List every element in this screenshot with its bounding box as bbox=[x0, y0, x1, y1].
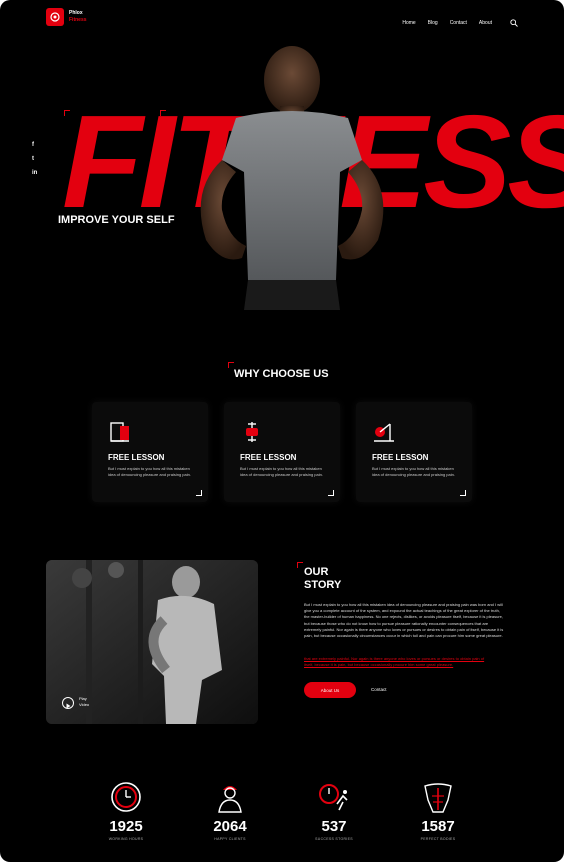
card-text: But I must explain to you how all this m… bbox=[240, 466, 323, 477]
brand-name: Phlox bbox=[69, 10, 83, 16]
feature-card[interactable]: FREE LESSON But I must explain to you ho… bbox=[92, 402, 208, 502]
stat-working-hours: 1925 WORKING HOURS bbox=[91, 780, 161, 841]
social-links: f t in bbox=[32, 142, 37, 176]
about-us-button[interactable]: About Us bbox=[304, 682, 356, 698]
corner-arrow-icon[interactable] bbox=[196, 490, 202, 496]
linkedin-icon[interactable]: in bbox=[32, 170, 37, 176]
contact-link[interactable]: Contact bbox=[371, 687, 387, 692]
play-video-button[interactable] bbox=[62, 697, 74, 709]
logo-mark-icon bbox=[46, 8, 64, 26]
athlete-image bbox=[200, 46, 384, 310]
stat-value: 1587 bbox=[421, 818, 455, 835]
stat-success-stories: 537 SUCCESS STORIES bbox=[299, 780, 369, 841]
stat-label: HAPPY CLIENTS bbox=[214, 837, 246, 841]
nav-about[interactable]: About bbox=[479, 20, 492, 26]
feature-card[interactable]: FREE LESSON But I must explain to you ho… bbox=[356, 402, 472, 502]
story-highlight-link[interactable]: that are extremely painful. Nor again is… bbox=[304, 656, 494, 668]
play-video-label[interactable]: Play Video bbox=[79, 696, 89, 708]
corner-arrow-icon[interactable] bbox=[460, 490, 466, 496]
stat-happy-clients: 2064 HAPPY CLIENTS bbox=[195, 780, 265, 841]
stopwatch-runner-icon bbox=[299, 780, 369, 814]
search-icon[interactable] bbox=[510, 14, 518, 32]
nav-contact[interactable]: Contact bbox=[450, 20, 467, 26]
main-nav: Home Blog Contact About bbox=[402, 14, 518, 32]
stat-label: SUCCESS STORIES bbox=[315, 837, 353, 841]
twitter-icon[interactable]: t bbox=[32, 156, 37, 162]
clock-icon bbox=[91, 780, 161, 814]
stat-label: PERFECT BODIES bbox=[420, 837, 456, 841]
stat-perfect-bodies: 1587 PERFECT BODIES bbox=[403, 780, 473, 841]
hero-subtitle: IMPROVE YOUR SELF bbox=[58, 214, 175, 226]
corner-arrow-icon[interactable] bbox=[328, 490, 334, 496]
nav-home[interactable]: Home bbox=[402, 20, 415, 26]
nav-blog[interactable]: Blog bbox=[428, 20, 438, 26]
stat-value: 2064 bbox=[213, 818, 247, 835]
card-title: FREE LESSON bbox=[108, 453, 165, 462]
page: Phlox Fitness Home Blog Contact About f … bbox=[0, 0, 564, 862]
stat-value: 537 bbox=[321, 818, 347, 835]
logo[interactable]: Phlox Fitness bbox=[46, 8, 87, 26]
story-title: OUR STORY bbox=[304, 566, 342, 591]
stat-value: 1925 bbox=[109, 818, 143, 835]
corner-accent bbox=[297, 562, 303, 568]
stat-label: WORKING HOURS bbox=[108, 837, 144, 841]
trainer-icon bbox=[195, 780, 265, 814]
exercise-bike-icon bbox=[372, 420, 396, 449]
dumbbell-icon bbox=[240, 420, 264, 449]
facebook-icon[interactable]: f bbox=[32, 142, 37, 148]
card-title: FREE LESSON bbox=[372, 453, 429, 462]
story-text: But I must explain to you how all this m… bbox=[304, 602, 504, 639]
brand-tagline: Fitness bbox=[69, 17, 87, 23]
gym-photo bbox=[46, 560, 258, 724]
card-title: FREE LESSON bbox=[240, 453, 297, 462]
card-text: But I must explain to you how all this m… bbox=[372, 466, 455, 477]
card-text: But I must explain to you how all this m… bbox=[108, 466, 191, 477]
feature-card[interactable]: FREE LESSON But I must explain to you ho… bbox=[224, 402, 340, 502]
why-title: WHY CHOOSE US bbox=[234, 368, 329, 380]
treadmill-icon bbox=[108, 420, 132, 449]
muscle-torso-icon bbox=[403, 780, 473, 814]
